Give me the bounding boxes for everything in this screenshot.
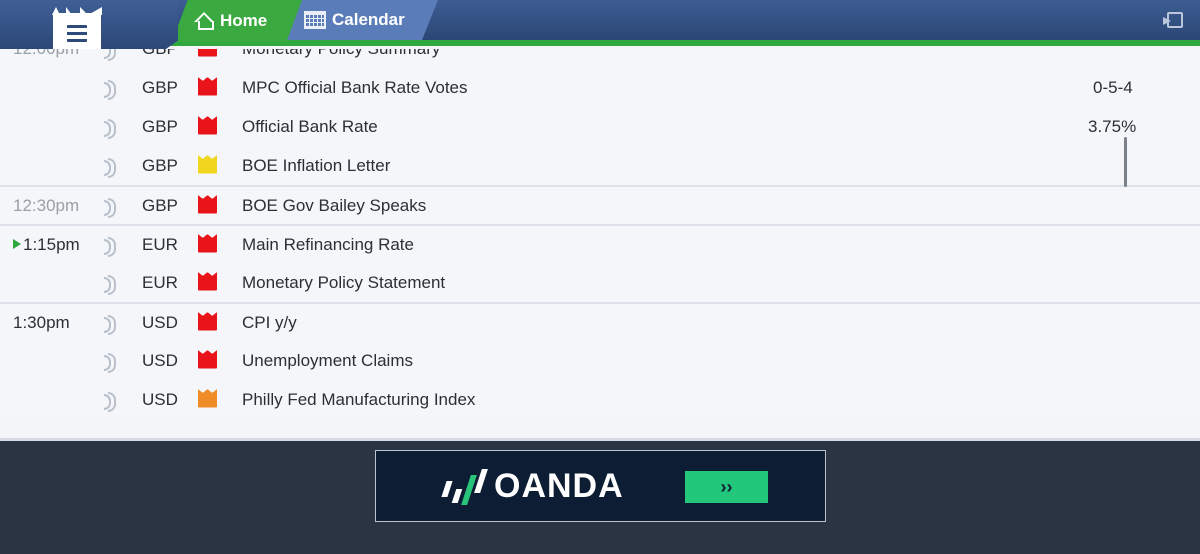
event-time: 1:30pm: [13, 313, 70, 333]
footer-ad-area: OANDA ››: [0, 438, 1200, 554]
impact-folder-icon[interactable]: [198, 315, 217, 330]
event-row[interactable]: 1:15pm EUR Main Refinancing Rate: [0, 224, 1200, 263]
event-time: 12:30pm: [13, 196, 79, 216]
sound-alert-icon[interactable]: [104, 49, 116, 61]
event-forecast: 3.75%: [1088, 116, 1137, 136]
impact-folder-icon[interactable]: [198, 392, 217, 407]
event-title[interactable]: CPI y/y: [242, 313, 297, 333]
event-time-text: 12:00pm: [13, 49, 79, 58]
event-row[interactable]: GBP MPC Official Bank Rate Votes 0-5-4: [0, 68, 1200, 107]
tab-home[interactable]: Home: [172, 0, 302, 42]
ad-cta-button[interactable]: ››: [685, 471, 768, 503]
app-window: Calendar Home 12:00pm GBP Monetary Policy …: [0, 0, 1200, 554]
event-title[interactable]: Monetary Policy Summary: [242, 49, 440, 59]
menu-building-icon: [53, 13, 101, 51]
tab-home-label: Home: [220, 11, 268, 30]
sound-alert-icon[interactable]: [104, 391, 116, 412]
event-currency: GBP: [142, 49, 178, 59]
oanda-logo-icon: [441, 469, 488, 505]
event-title[interactable]: Monetary Policy Statement: [242, 273, 445, 293]
sound-alert-icon[interactable]: [104, 157, 116, 178]
event-time-text: 12:30pm: [13, 195, 80, 215]
home-icon: [194, 12, 214, 30]
event-row[interactable]: 1:30pm USD CPI y/y: [0, 302, 1200, 341]
impact-folder-icon[interactable]: [198, 198, 217, 213]
sound-alert-icon[interactable]: [104, 314, 116, 335]
ad-banner[interactable]: OANDA ››: [375, 450, 826, 522]
event-title[interactable]: Main Refinancing Rate: [242, 235, 414, 255]
calendar-event-list[interactable]: 12:00pm GBP Monetary Policy Summary GBP MPC …: [0, 49, 1200, 438]
calendar-icon: [304, 11, 326, 29]
impact-folder-icon[interactable]: [198, 353, 217, 368]
event-row[interactable]: USD Unemployment Claims: [0, 341, 1200, 380]
event-currency: GBP: [142, 116, 178, 136]
event-title[interactable]: Philly Fed Manufacturing Index: [242, 390, 475, 410]
event-currency: EUR: [142, 234, 178, 254]
event-currency: USD: [142, 350, 178, 370]
event-title[interactable]: BOE Inflation Letter: [242, 156, 390, 176]
sound-alert-icon[interactable]: [104, 352, 116, 373]
event-title[interactable]: Unemployment Claims: [242, 351, 413, 371]
event-currency: USD: [142, 312, 178, 332]
event-row[interactable]: USD Philly Fed Manufacturing Index: [0, 380, 1200, 419]
event-time-text: 1:30pm: [13, 312, 70, 332]
event-time: 1:15pm: [13, 235, 80, 255]
exit-icon[interactable]: [1163, 12, 1183, 28]
sound-alert-icon[interactable]: [104, 79, 116, 100]
impact-folder-icon[interactable]: [198, 80, 217, 95]
event-title[interactable]: Official Bank Rate: [242, 117, 378, 137]
sound-alert-icon[interactable]: [104, 197, 116, 218]
ad-brand-name: OANDA: [494, 467, 624, 505]
sound-alert-icon[interactable]: [104, 118, 116, 139]
now-marker-icon: [13, 238, 21, 249]
impact-folder-icon[interactable]: [198, 275, 217, 290]
event-title[interactable]: MPC Official Bank Rate Votes: [242, 78, 468, 98]
top-navigation-bar: Calendar Home: [0, 0, 1200, 46]
sound-alert-icon[interactable]: [104, 236, 116, 257]
event-title[interactable]: BOE Gov Bailey Speaks: [242, 196, 426, 216]
event-currency: EUR: [142, 272, 178, 292]
event-row[interactable]: EUR Monetary Policy Statement: [0, 263, 1200, 302]
event-currency: GBP: [142, 155, 178, 175]
impact-folder-icon[interactable]: [198, 49, 217, 56]
event-time: 12:00pm: [13, 49, 79, 59]
impact-folder-icon[interactable]: [198, 237, 217, 252]
event-row[interactable]: 12:30pm GBP BOE Gov Bailey Speaks: [0, 185, 1200, 224]
scrollbar[interactable]: [1124, 137, 1127, 187]
event-time-text: 1:15pm: [23, 234, 80, 254]
event-actual: 0-5-4: [1093, 77, 1133, 97]
impact-folder-icon[interactable]: [198, 158, 217, 173]
sound-alert-icon[interactable]: [104, 274, 116, 295]
event-row[interactable]: 12:00pm GBP Monetary Policy Summary: [0, 49, 1200, 68]
impact-folder-icon[interactable]: [198, 119, 217, 134]
tab-calendar[interactable]: Calendar: [278, 0, 438, 40]
event-row[interactable]: GBP BOE Inflation Letter: [0, 146, 1200, 185]
event-currency: GBP: [142, 195, 178, 215]
event-currency: USD: [142, 389, 178, 409]
event-currency: GBP: [142, 77, 178, 97]
event-row[interactable]: GBP Official Bank Rate 3.75%: [0, 107, 1200, 146]
tab-calendar-label: Calendar: [332, 10, 405, 29]
